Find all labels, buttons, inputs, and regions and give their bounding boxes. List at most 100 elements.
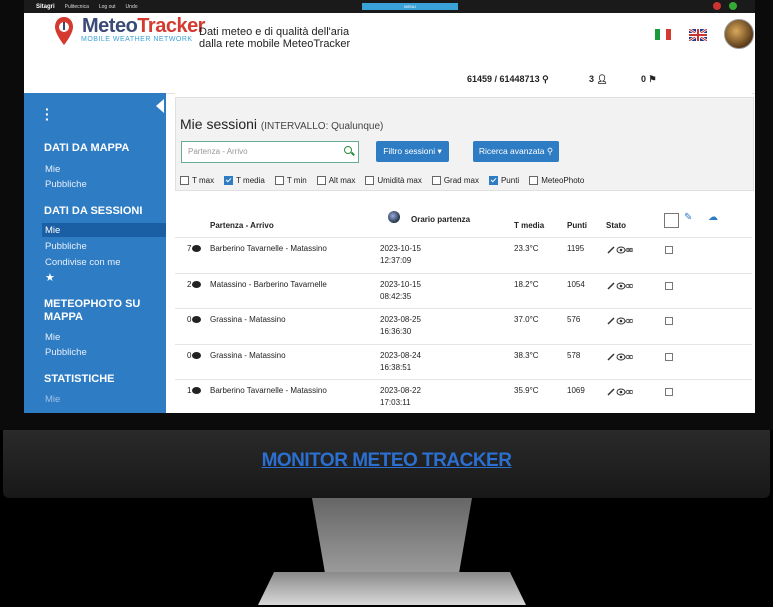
taskbar-item[interactable]: Undo [126, 4, 138, 10]
monitor-caption: MONITOR METEO TRACKER [261, 450, 512, 471]
sidebar-item-map-mine[interactable]: Mie [45, 164, 60, 175]
search-icon[interactable] [344, 146, 352, 154]
logo-title-tracker: Tracker [137, 15, 205, 37]
sidebar-item-favorites-star[interactable]: ★ [45, 271, 55, 284]
checkbox[interactable] [431, 176, 441, 185]
filter-umidita-max[interactable]: Umidità max [365, 176, 422, 185]
filter-meteophoto[interactable]: MeteoPhoto [529, 176, 584, 185]
row-checkbox[interactable] [665, 282, 673, 290]
table-row[interactable]: 1 Barberino Tavarnelle - Matassino 2023-… [175, 379, 752, 413]
row-t-media: 37.0°C [514, 315, 539, 324]
row-points: 576 [567, 315, 581, 324]
select-all-checkbox[interactable] [664, 213, 679, 228]
filter-t-max[interactable]: T max [180, 176, 214, 185]
table-row[interactable]: 0 Grassina - Matassino 2023-08-24 16:38:… [175, 344, 752, 380]
filter-sessions-button[interactable]: Filtro sessioni ▾ [376, 141, 449, 162]
flag-uk-icon[interactable] [689, 29, 707, 41]
sidebar-heading-session-data[interactable]: DATI DA SESSIONI [44, 205, 142, 218]
filter-grad-max[interactable]: Grad max [431, 176, 479, 185]
column-header-route[interactable]: Partenza - Arrivo [210, 221, 274, 230]
route-search-input[interactable]: Partenza - Arrivo [181, 141, 359, 163]
sidebar-item-stats-mine[interactable]: Mie [45, 394, 60, 405]
table-row[interactable]: 0 Grassina - Matassino 2023-08-25 16:36:… [175, 308, 752, 344]
filter-punti[interactable]: Punti [488, 176, 519, 185]
checkbox[interactable] [224, 176, 234, 185]
row-checkbox[interactable] [665, 388, 673, 396]
sidebar-heading-meteophoto-line2: MAPPA [44, 311, 83, 323]
row-t-media: 35.9°C [514, 386, 539, 395]
taskbar-menu-pill[interactable]: MENU [362, 3, 458, 10]
followers-stat[interactable]: 0 ⚑ [641, 74, 657, 85]
filter-label: Alt max [328, 176, 356, 185]
sidebar-item-photo-public[interactable]: Pubbliche [45, 347, 87, 358]
sidebar-heading-meteophoto[interactable]: METEOPHOTO SU MAPPA [44, 298, 140, 324]
row-actions-icon[interactable] [607, 388, 633, 396]
logo-subtitle: MOBILE WEATHER NETWORK [81, 36, 193, 43]
row-actions-icon[interactable] [607, 353, 633, 361]
row-views: 0 [187, 351, 202, 360]
column-filter-checkboxes: T max T media T min Alt max Umidità max … [180, 176, 584, 185]
row-actions-icon[interactable] [607, 282, 633, 290]
row-route[interactable]: Grassina - Matassino [210, 315, 286, 324]
filter-t-min[interactable]: T min [274, 176, 307, 185]
sidebar-item-sessions-public[interactable]: Pubbliche [45, 241, 87, 252]
column-header-points[interactable]: Punti [567, 221, 587, 230]
views-count: 7 [187, 244, 192, 253]
column-header-start-time[interactable]: Orario partenza [411, 215, 470, 224]
table-row[interactable]: 2 Matassino - Barberino Tavarnelle 2023-… [175, 273, 752, 309]
row-checkbox[interactable] [665, 246, 673, 254]
row-checkbox[interactable] [665, 317, 673, 325]
edit-pencil-icon[interactable]: ✎ [684, 212, 692, 223]
header-tagline: Dati meteo e di qualità dell'aria dalla … [199, 26, 350, 50]
filter-label: MeteoPhoto [541, 176, 585, 185]
advanced-search-label: Ricerca avanzata [478, 146, 545, 156]
column-header-t-media[interactable]: T media [514, 221, 544, 230]
users-stat[interactable]: 3 👤︎ [589, 74, 608, 85]
sidebar-heading-statistics[interactable]: STATISTICHE [44, 373, 114, 386]
eye-icon [192, 387, 202, 395]
flag-italy-icon[interactable] [655, 29, 671, 40]
route-search-placeholder: Partenza - Arrivo [188, 147, 248, 156]
row-route[interactable]: Matassino - Barberino Tavarnelle [210, 280, 327, 289]
advanced-search-button[interactable]: Ricerca avanzata ⚲ [473, 141, 559, 162]
row-route[interactable]: Barberino Tavarnelle - Matassino [210, 386, 327, 395]
user-follow-icon: ⚑ [648, 74, 657, 84]
column-header-state[interactable]: Stato [606, 221, 626, 230]
sidebar-active-highlight [42, 223, 166, 237]
sidebar-item-sessions-mine[interactable]: Mie [45, 225, 60, 236]
checkbox[interactable] [180, 176, 189, 185]
sidebar-collapse-icon[interactable] [156, 99, 164, 113]
logo-pin-icon [55, 17, 73, 45]
filter-label: Grad max [443, 176, 479, 185]
views-count: 0 [187, 351, 192, 360]
wifi-icon[interactable] [729, 2, 737, 10]
row-route[interactable]: Barberino Tavarnelle - Matassino [210, 244, 327, 253]
row-date: 2023-10-15 [380, 280, 421, 289]
sidebar-heading-map-data[interactable]: DATI DA MAPPA [44, 142, 129, 155]
checkbox[interactable] [316, 176, 326, 185]
row-t-media: 23.3°C [514, 244, 539, 253]
row-actions-icon[interactable] [607, 246, 633, 254]
taskbar-item[interactable]: Pulitecnica [65, 4, 89, 10]
taskbar-item[interactable]: Log out [99, 4, 116, 10]
row-checkbox[interactable] [665, 353, 673, 361]
row-t-media: 38.3°C [514, 351, 539, 360]
user-avatar[interactable] [724, 19, 754, 49]
logo-title[interactable]: MeteoTracker [82, 15, 205, 38]
sidebar-item-sessions-shared[interactable]: Condivise con me [45, 257, 121, 268]
sidebar-item-map-public[interactable]: Pubbliche [45, 179, 87, 190]
filter-label: T min [286, 176, 307, 185]
sidebar-item-photo-mine[interactable]: Mie [45, 332, 60, 343]
tray-app-icon[interactable] [713, 2, 721, 10]
checkbox[interactable] [365, 176, 375, 185]
filter-t-media[interactable]: T media [224, 176, 265, 185]
checkbox[interactable] [488, 176, 498, 185]
filter-alt-max[interactable]: Alt max [316, 176, 356, 185]
row-route[interactable]: Grassina - Matassino [210, 351, 286, 360]
checkbox[interactable] [529, 176, 539, 185]
checkbox[interactable] [274, 176, 284, 185]
kebab-menu-icon[interactable]: · · · [45, 102, 50, 126]
row-actions-icon[interactable] [607, 317, 633, 325]
table-row[interactable]: 7 Barberino Tavarnelle - Matassino 2023-… [175, 237, 752, 273]
bulk-action-icon[interactable]: ☁ [708, 212, 718, 223]
